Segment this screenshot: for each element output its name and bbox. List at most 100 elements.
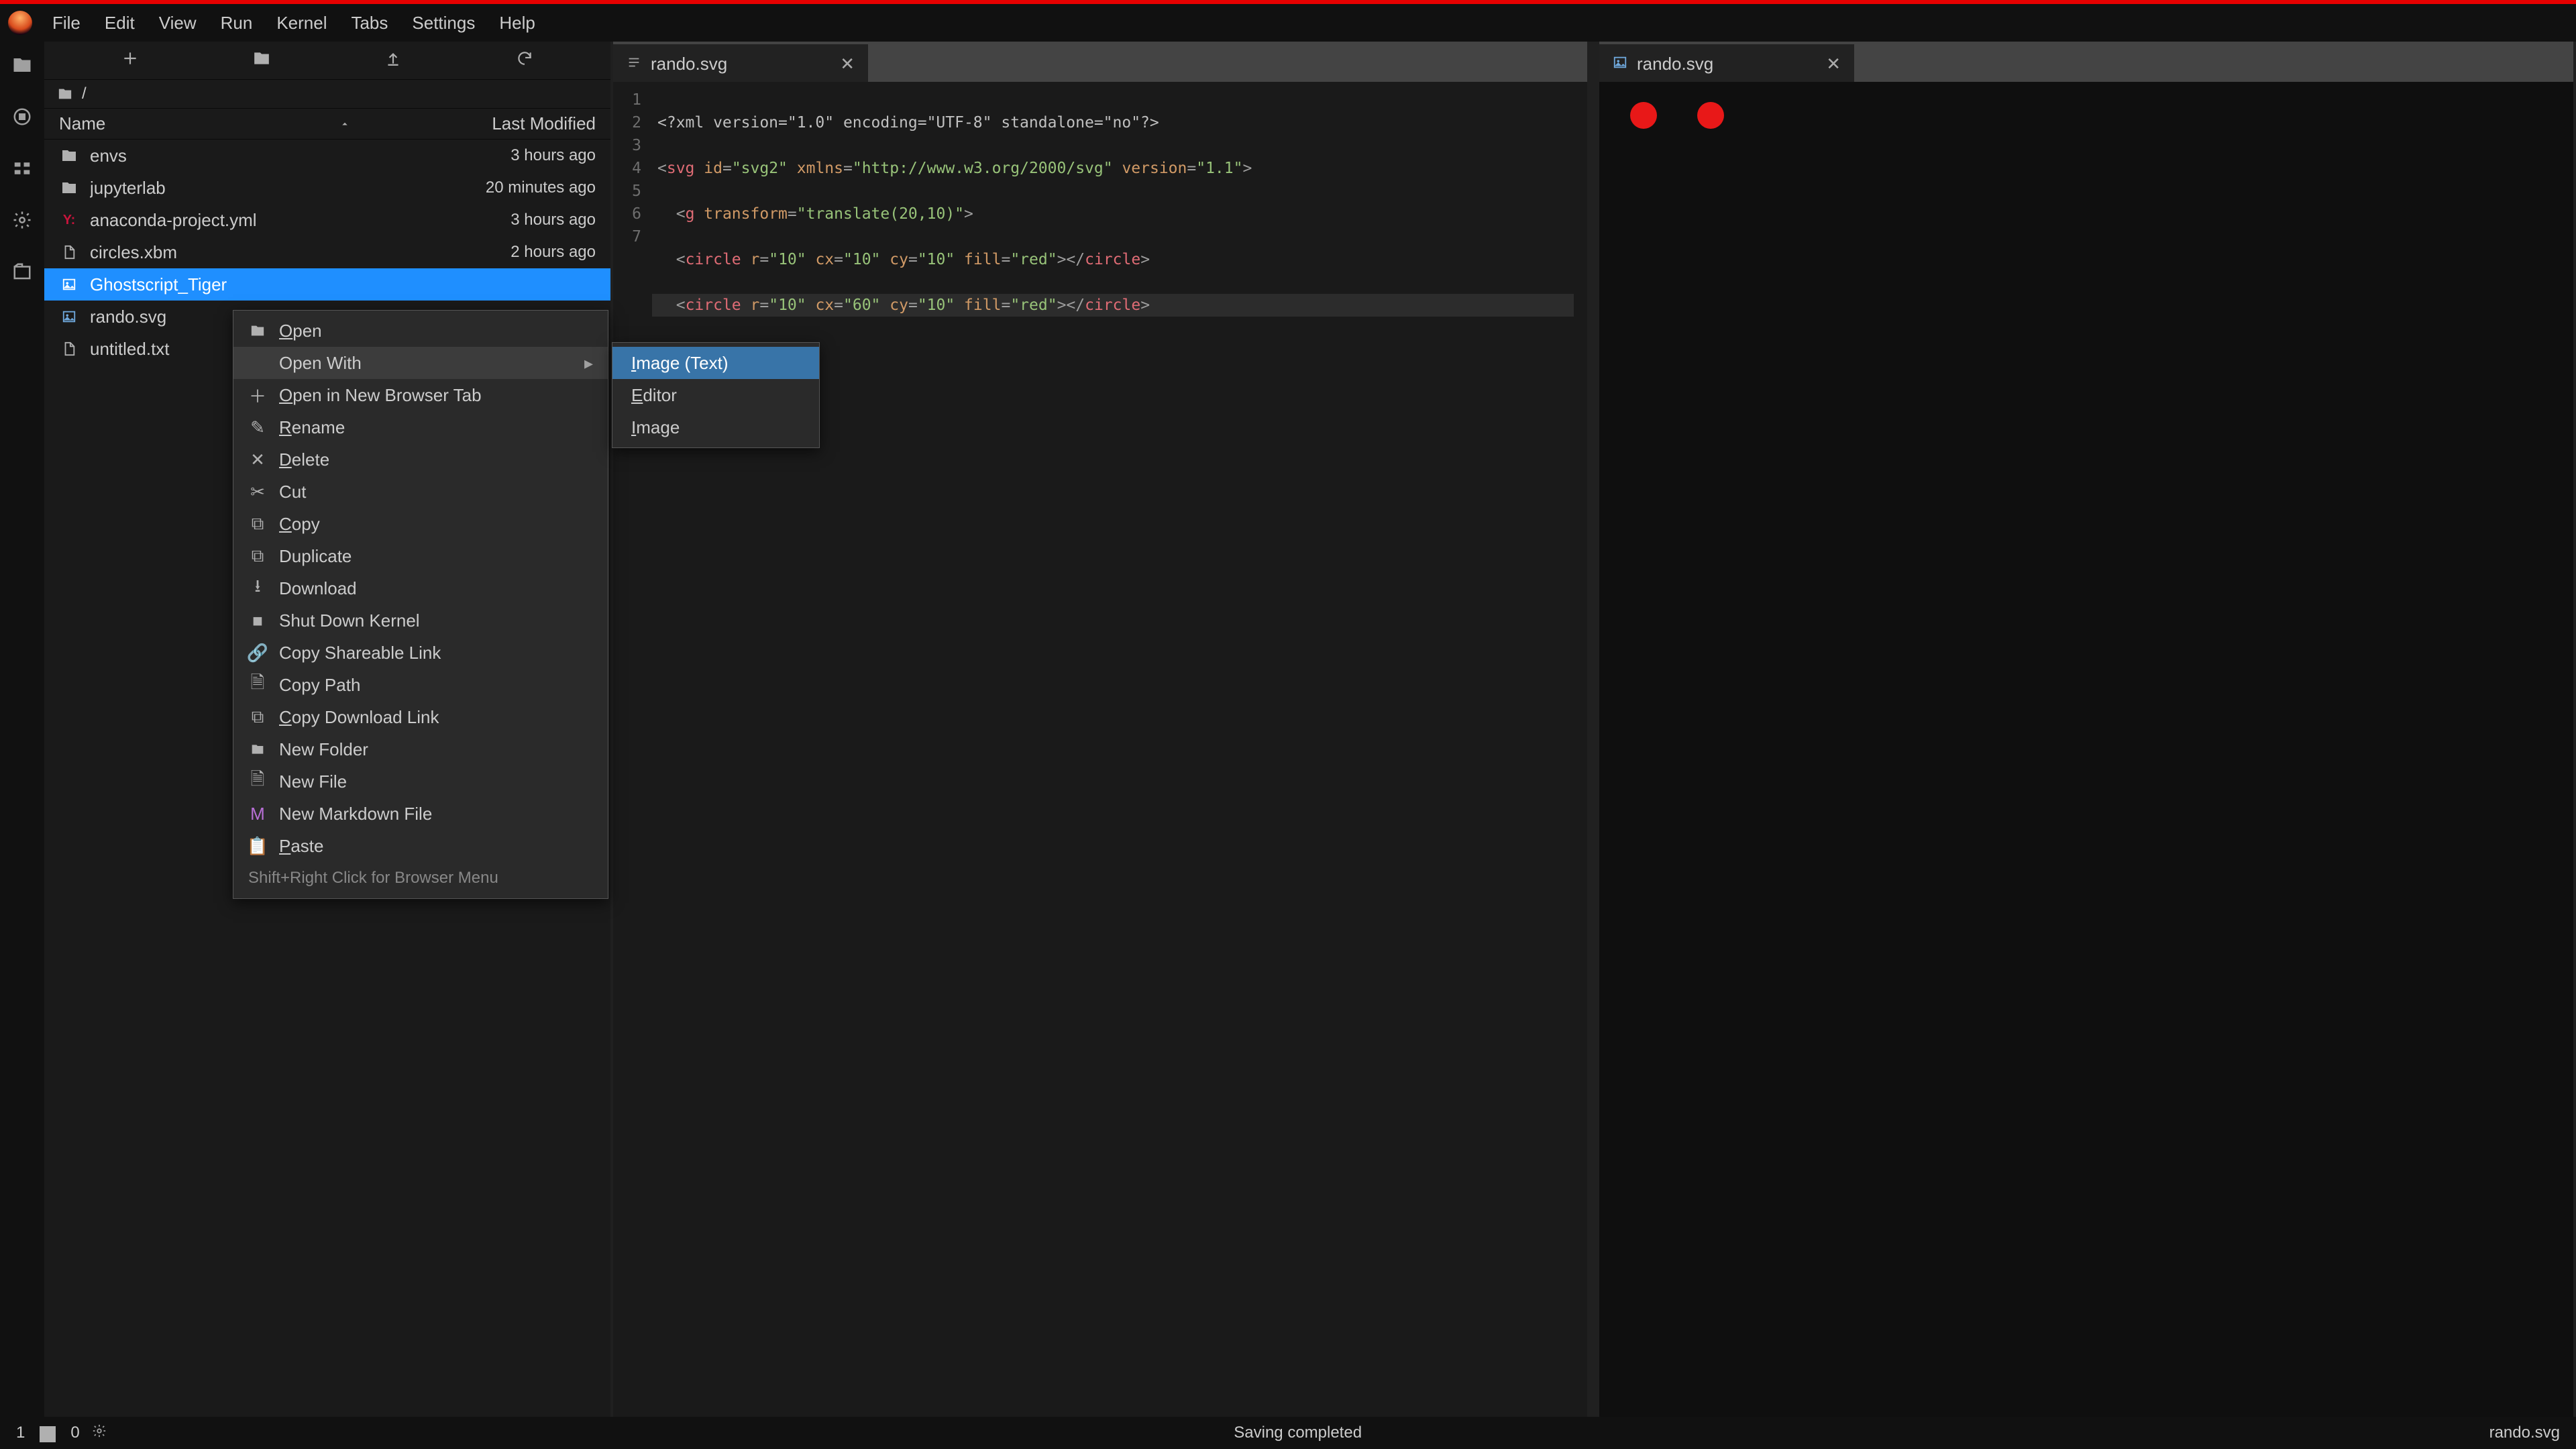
ctx-shutdown[interactable]: ■ Shut Down Kernel — [233, 604, 608, 637]
red-circle-icon — [1630, 102, 1657, 129]
status-filename[interactable]: rando.svg — [2489, 1424, 2560, 1442]
file-name: anaconda-project.yml — [90, 210, 397, 231]
file-time: 20 minutes ago — [408, 178, 596, 197]
ctx-new-file[interactable]: 🗎 New File — [233, 765, 608, 798]
menu-tabs[interactable]: Tabs — [339, 9, 400, 38]
status-square-icon[interactable] — [40, 1426, 56, 1442]
menu-run[interactable]: Run — [209, 9, 265, 38]
file-name: Ghostscript_Tiger — [90, 274, 397, 295]
running-icon[interactable] — [12, 107, 32, 131]
commands-icon[interactable] — [12, 158, 32, 183]
breadcrumb[interactable]: / — [44, 79, 610, 109]
markdown-icon: M — [248, 804, 267, 824]
column-name-label: Name — [59, 113, 105, 134]
tab[interactable]: rando.svg ✕ — [613, 44, 868, 82]
activitybar — [0, 42, 44, 1417]
file-time: 2 hours ago — [408, 243, 596, 262]
workarea: rando.svg ✕ 1234567 <?xml version="1.0" … — [610, 42, 2576, 1417]
ctx-rename[interactable]: ✎ Rename — [233, 411, 608, 443]
file-icon: 🗎 — [248, 670, 267, 700]
ctx-copy-download-link[interactable]: ⧉ Copy Download Link — [233, 701, 608, 733]
status-message: Saving completed — [119, 1424, 2477, 1442]
menu-file[interactable]: File — [40, 9, 93, 38]
line-gutter: 1234567 — [613, 89, 652, 1410]
red-circle-icon — [1697, 102, 1724, 129]
file-row[interactable]: jupyterlab 20 minutes ago — [44, 172, 610, 204]
submenu-editor[interactable]: Editor — [612, 379, 819, 411]
folder-icon[interactable] — [12, 55, 32, 80]
x-icon: ✕ — [248, 449, 267, 470]
image-icon — [59, 277, 79, 292]
tab-label: rando.svg — [651, 54, 830, 74]
new-folder-icon[interactable] — [249, 46, 274, 76]
pencil-icon: ✎ — [248, 417, 267, 438]
settings-gear-icon[interactable] — [12, 210, 32, 235]
chevron-right-icon: ▸ — [584, 353, 593, 374]
plus-icon: ＋ — [248, 383, 267, 408]
menu-kernel[interactable]: Kernel — [264, 9, 339, 38]
svg-preview[interactable] — [1599, 82, 2573, 1417]
preview-panel: rando.svg ✕ — [1599, 42, 2573, 1417]
text-file-icon — [627, 54, 641, 74]
ctx-delete[interactable]: ✕ Delete — [233, 443, 608, 476]
image-icon — [59, 309, 79, 324]
ctx-new-markdown[interactable]: M New Markdown File — [233, 798, 608, 830]
tab-label: rando.svg — [1637, 54, 1817, 74]
status-gear-icon[interactable] — [92, 1424, 107, 1443]
menu-edit[interactable]: Edit — [93, 9, 147, 38]
stop-icon: ■ — [248, 610, 267, 631]
ctx-copy[interactable]: ⧉ Copy — [233, 508, 608, 540]
close-icon[interactable]: ✕ — [840, 54, 855, 74]
submenu-image[interactable]: Image — [612, 411, 819, 443]
context-menu: Open Open With ▸ ＋ Open in New Browser T… — [233, 310, 608, 899]
ctx-share-link[interactable]: 🔗 Copy Shareable Link — [233, 637, 608, 669]
status-left-num[interactable]: 1 — [16, 1424, 25, 1442]
file-list-header[interactable]: Name Last Modified — [44, 109, 610, 140]
file-time: 3 hours ago — [408, 146, 596, 165]
breadcrumb-path: / — [82, 85, 87, 103]
ctx-open-with[interactable]: Open With ▸ — [233, 347, 608, 379]
new-launcher-icon[interactable] — [117, 46, 143, 76]
ctx-download[interactable]: ⭳ Download — [233, 572, 608, 604]
code-area[interactable]: <?xml version="1.0" encoding="UTF-8" sta… — [652, 89, 1587, 1410]
tabstrip: rando.svg ✕ — [613, 42, 1587, 82]
ctx-hint: Shift+Right Click for Browser Menu — [233, 862, 608, 894]
download-icon: ⭳ — [248, 574, 267, 603]
ctx-new-folder[interactable]: New Folder — [233, 733, 608, 765]
menu-help[interactable]: Help — [487, 9, 547, 38]
scissors-icon: ✂ — [248, 482, 267, 502]
editor[interactable]: 1234567 <?xml version="1.0" encoding="UT… — [613, 82, 1587, 1417]
ctx-paste[interactable]: 📋 Paste — [233, 830, 608, 862]
clipboard-icon: 📋 — [248, 836, 267, 857]
context-submenu: Image (Text) Editor Image — [612, 342, 820, 448]
ctx-cut[interactable]: ✂ Cut — [233, 476, 608, 508]
file-name: circles.xbm — [90, 242, 397, 263]
editor-panel: rando.svg ✕ 1234567 <?xml version="1.0" … — [613, 42, 1587, 1417]
ctx-duplicate[interactable]: ⧉ Duplicate — [233, 540, 608, 572]
file-row[interactable]: Y: anaconda-project.yml 3 hours ago — [44, 204, 610, 236]
tab[interactable]: rando.svg ✕ — [1599, 44, 1854, 82]
status-mid-num[interactable]: 0 — [70, 1424, 79, 1442]
tabs-icon[interactable] — [12, 262, 32, 286]
ctx-copy-path[interactable]: 🗎 Copy Path — [233, 669, 608, 701]
file-time: 3 hours ago — [408, 211, 596, 229]
submenu-image-text[interactable]: Image (Text) — [612, 347, 819, 379]
file-row[interactable]: circles.xbm 2 hours ago — [44, 236, 610, 268]
menu-view[interactable]: View — [147, 9, 209, 38]
image-icon — [1613, 54, 1627, 74]
file-icon — [59, 341, 79, 356]
file-name: jupyterlab — [90, 178, 397, 199]
yaml-icon: Y: — [59, 213, 79, 228]
sort-arrow-icon — [339, 118, 351, 130]
file-icon: 🗎 — [248, 767, 267, 796]
ctx-open[interactable]: Open — [233, 315, 608, 347]
refresh-icon[interactable] — [512, 46, 537, 76]
file-row[interactable]: Ghostscript_Tiger — [44, 268, 610, 301]
ctx-open-new-tab[interactable]: ＋ Open in New Browser Tab — [233, 379, 608, 411]
link-icon: 🔗 — [248, 643, 267, 663]
menu-settings[interactable]: Settings — [400, 9, 487, 38]
close-icon[interactable]: ✕ — [1826, 54, 1841, 74]
jupyter-logo — [8, 11, 32, 35]
upload-icon[interactable] — [380, 46, 406, 76]
file-row[interactable]: envs 3 hours ago — [44, 140, 610, 172]
